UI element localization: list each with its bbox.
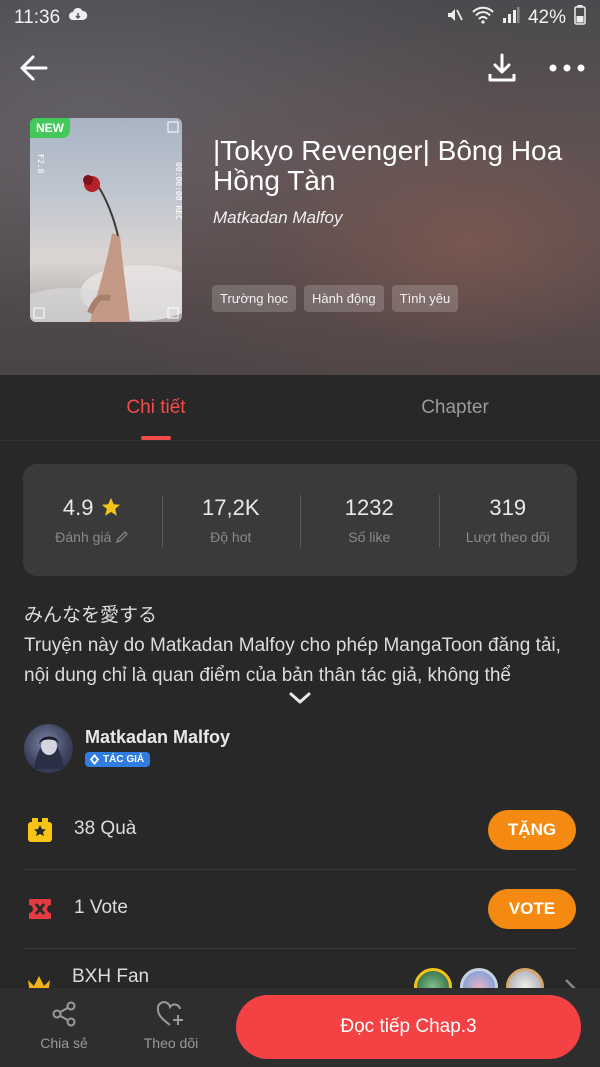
chevron-down-icon [289,692,311,704]
comic-title: |Tokyo Revenger| Bông Hoa Hồng Tàn [213,135,563,196]
likes-label: Số like [348,529,391,545]
stat-likes: 1232 Số like [300,495,439,547]
fan-ranking-row[interactable]: BXH Fan [24,960,576,1006]
description-line-jp: みんなを愛する [24,605,158,626]
svg-text:F2.8: F2.8 [36,154,45,173]
tag-school[interactable]: Trường học [212,285,297,312]
divider [24,948,576,949]
mute-icon [444,5,464,31]
gifts-count: 38 Quà [74,818,137,839]
hot-value: 17,2K [202,495,260,520]
gift-icon [28,818,52,842]
follow-button[interactable]: Theo dõi [136,1000,206,1051]
status-time: 11:36 [14,7,61,28]
tab-chapter[interactable]: Chapter [375,397,535,419]
comic-cover[interactable]: 00:00:00 REC F2.8 NEW [30,118,182,322]
stat-rating[interactable]: 4.9 Đánh giá [23,495,162,545]
author-badge: TÁC GIẢ [85,752,151,767]
cover-artwork: 00:00:00 REC F2.8 [30,121,182,322]
tag-action[interactable]: Hành động [304,285,384,312]
rating-value: 4.9 [62,495,94,520]
svg-text:00:00:00 REC: 00:00:00 REC [174,162,182,220]
tag-romance[interactable]: Tình yêu [391,285,459,312]
wifi-icon [472,6,494,30]
follow-label: Theo dõi [143,1035,199,1051]
author-name: Matkadan Malfoy [85,727,231,747]
cloud-sync-icon [68,7,88,29]
likes-value: 1232 [344,495,394,520]
download-button[interactable] [484,50,520,86]
stats-card: 4.9 Đánh giá 17,2K Độ hot 1232 Số like 3… [23,464,577,576]
stat-rating-value-row: 4.9 [23,495,162,521]
stat-hot: 17,2K Độ hot [161,495,301,547]
tab-details[interactable]: Chi tiết [76,397,236,419]
tab-active-indicator [141,436,171,440]
author-row[interactable]: Matkadan Malfoy TÁC GIẢ [24,724,576,774]
author-avatar[interactable] [24,724,73,773]
continue-reading-button[interactable]: Đọc tiếp Chap.3 [236,995,581,1059]
ticket-icon [29,899,51,919]
followers-value: 319 [489,495,527,520]
new-badge: NEW [30,118,70,138]
hot-label: Độ hot [210,529,252,545]
fan-ranking-label: BXH Fan [72,966,150,987]
author-badge-label: TÁC GIẢ [103,754,145,765]
more-dots-icon [549,64,585,72]
followers-label: Lượt theo dõi [465,529,550,545]
status-bar: 11:36 42% [0,0,600,36]
share-label: Chia sẻ [40,1035,88,1051]
expand-description-button[interactable] [288,690,312,711]
divider [24,869,576,870]
tab-bar: Chi tiết Chapter [0,375,600,441]
stat-followers: 319 Lượt theo dõi [438,495,578,547]
comic-author[interactable]: Matkadan Malfoy [213,208,342,228]
stat-rating-label-row: Đánh giá [23,529,162,545]
signal-icon [502,7,520,29]
top-app-bar [0,44,600,92]
votes-count: 1 Vote [74,897,128,918]
votes-row: 1 Vote VOTE [24,879,576,939]
star-icon [101,497,120,516]
avatar-illustration [34,736,64,769]
heart-plus-icon [156,1001,183,1026]
more-options-button[interactable] [546,50,588,86]
edit-icon [116,531,129,543]
diamond-icon [89,754,100,765]
share-icon [52,1001,76,1027]
gifts-row: 38 Quà TẶNG [24,800,576,860]
rating-label: Đánh giá [55,529,112,545]
back-button[interactable] [16,50,52,86]
description: みんなを愛する Truyện này do Matkadan Malfoy ch… [24,601,580,691]
genre-tags: Trường học Hành động Tình yêu [212,285,459,312]
battery-icon [574,5,586,31]
description-text: Truyện này do Matkadan Malfoy cho phép M… [24,635,561,686]
arrow-left-icon [20,55,48,81]
download-icon [488,53,516,82]
share-button[interactable]: Chia sẻ [29,1000,99,1051]
gift-button[interactable]: TẶNG [488,810,576,850]
vote-button[interactable]: VOTE [488,889,576,929]
battery-percentage: 42% [527,7,566,28]
